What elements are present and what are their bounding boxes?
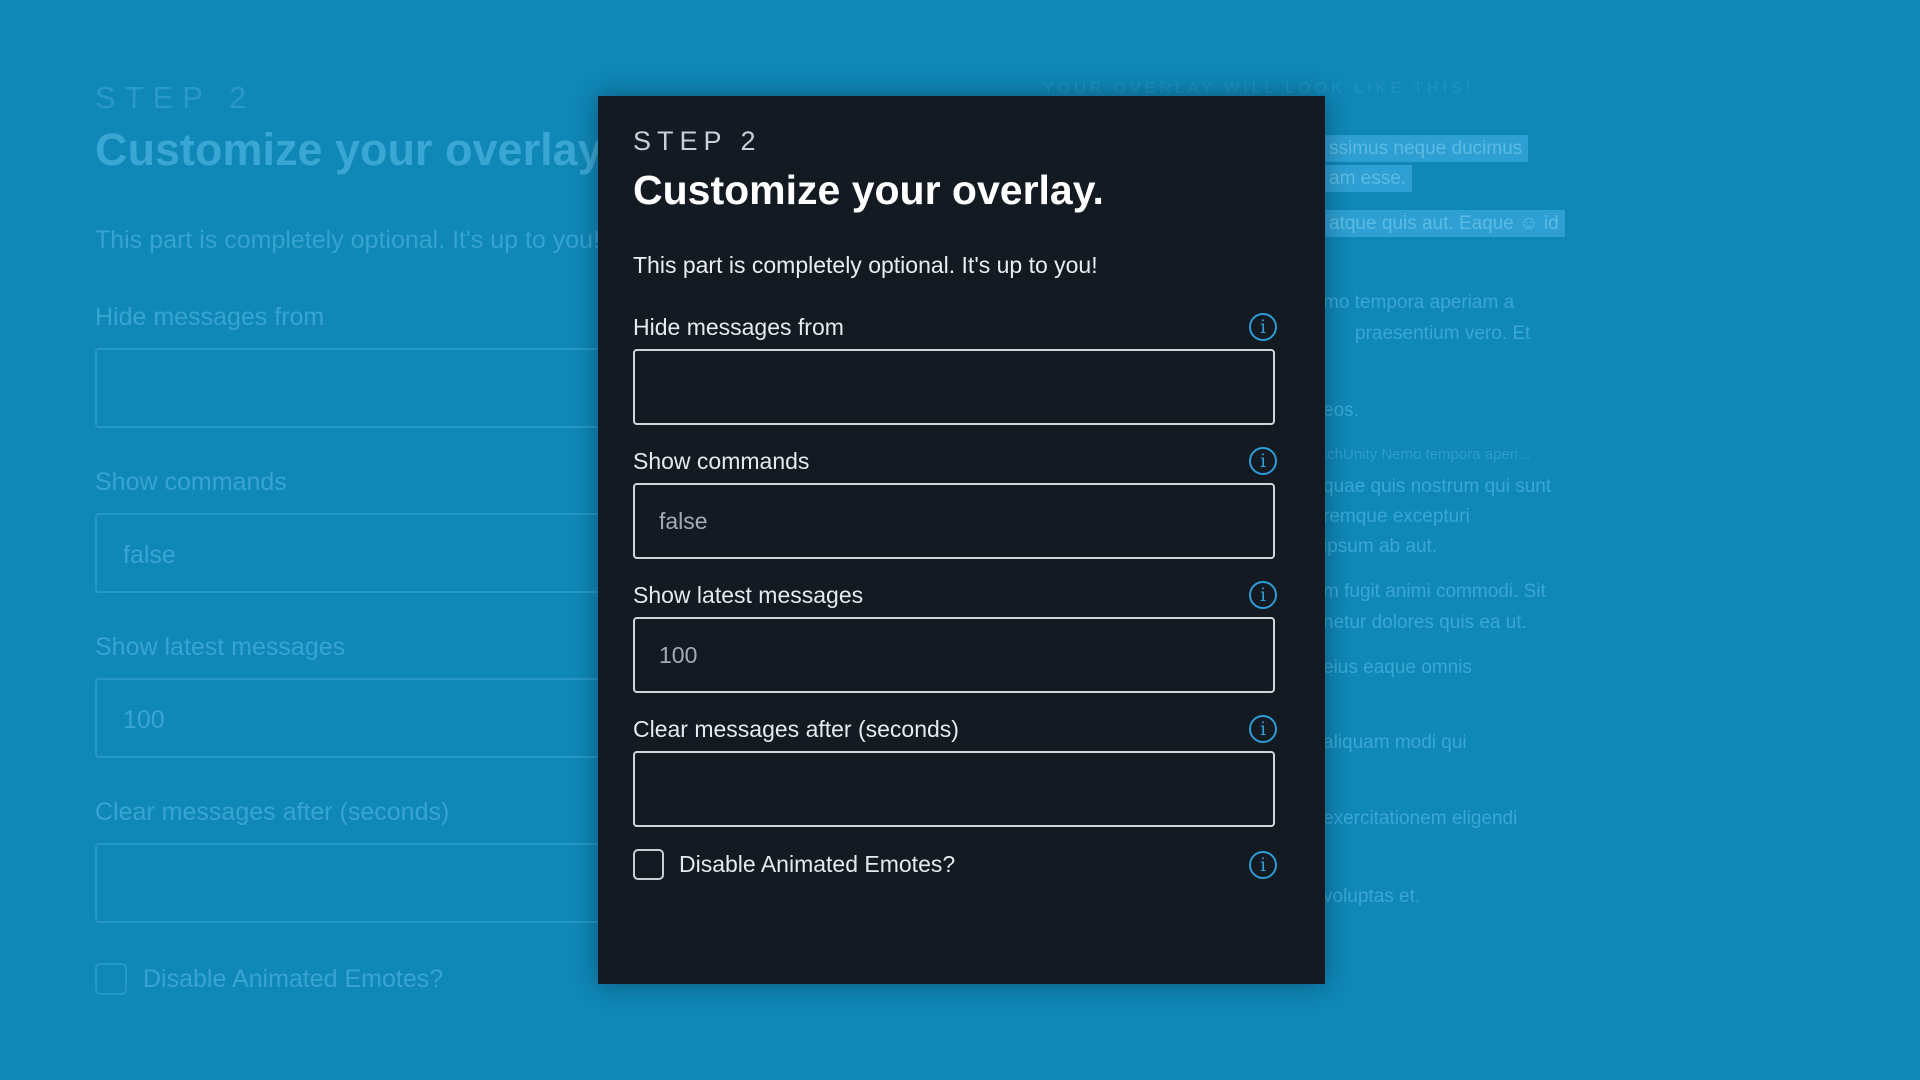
bg-field-label: Hide messages from bbox=[95, 303, 325, 331]
show-latest-messages-field: Show latest messages i bbox=[633, 581, 1277, 693]
clear-messages-label: Clear messages after (seconds) bbox=[633, 715, 959, 742]
bg-preview-line: netur dolores quis ea ut. bbox=[1323, 612, 1527, 633]
hide-messages-input[interactable] bbox=[633, 349, 1275, 425]
disable-animated-emotes-checkbox[interactable] bbox=[633, 849, 664, 880]
bg-step-label: STEP 2 bbox=[95, 80, 256, 115]
bg-preview-line: aliquam modi qui bbox=[1323, 732, 1467, 753]
background-form: STEP 2 Customize your overlay. This part… bbox=[95, 80, 615, 995]
bg-intro-text: This part is completely optional. It's u… bbox=[95, 226, 601, 254]
bg-preview-line: exercitationem eligendi bbox=[1323, 808, 1518, 829]
bg-field-label: Show commands bbox=[95, 468, 287, 496]
show-latest-messages-label: Show latest messages bbox=[633, 581, 864, 608]
bg-field-label: Clear messages after (seconds) bbox=[95, 798, 450, 826]
bg-preview-line: remque excepturi bbox=[1323, 506, 1470, 527]
bg-preview-line: voluptas et. bbox=[1323, 886, 1421, 907]
info-circle-icon[interactable]: i bbox=[1249, 715, 1277, 743]
bg-preview-line: tchUnity Nemo tempora aperi... bbox=[1323, 446, 1531, 463]
step-label: STEP 2 bbox=[633, 126, 762, 156]
show-commands-field: Show commands i bbox=[633, 447, 1277, 559]
info-circle-icon[interactable]: i bbox=[1249, 850, 1277, 879]
clear-messages-input[interactable] bbox=[633, 751, 1275, 827]
disable-animated-emotes-row: Disable Animated Emotes? i bbox=[633, 849, 1277, 880]
bg-preview-line: praesentium vero. Et bbox=[1355, 323, 1531, 344]
bg-preview-line: ssimus neque ducimus bbox=[1323, 135, 1529, 162]
modal-title: Customize your overlay. bbox=[633, 167, 1104, 213]
bg-show-commands-input: false bbox=[95, 513, 615, 593]
customize-overlay-modal: STEP 2 Customize your overlay. This part… bbox=[598, 96, 1325, 984]
bg-preview-line: m fugit animi commodi. Sit bbox=[1323, 581, 1546, 602]
bg-preview-line: eius eaque omnis bbox=[1323, 657, 1472, 678]
show-commands-label: Show commands bbox=[633, 447, 810, 474]
bg-page-title: Customize your overlay. bbox=[95, 124, 612, 175]
show-latest-messages-input[interactable] bbox=[633, 617, 1275, 693]
show-commands-input[interactable] bbox=[633, 483, 1275, 559]
bg-preview-line: am esse. bbox=[1323, 165, 1413, 192]
info-circle-icon[interactable]: i bbox=[1249, 447, 1277, 475]
bg-clear-messages-input bbox=[95, 843, 615, 923]
bg-hide-messages-input bbox=[95, 348, 615, 428]
hide-messages-field: Hide messages from i bbox=[633, 313, 1277, 425]
bg-preview-line: eos. bbox=[1323, 400, 1359, 421]
disable-animated-emotes-label: Disable Animated Emotes? bbox=[679, 851, 956, 877]
bg-preview-line: quae quis nostrum qui sunt bbox=[1323, 476, 1552, 497]
bg-latest-messages-input: 100 bbox=[95, 678, 615, 758]
info-circle-icon[interactable]: i bbox=[1249, 581, 1277, 609]
bg-checkbox-label: Disable Animated Emotes? bbox=[143, 964, 444, 993]
clear-messages-field: Clear messages after (seconds) i bbox=[633, 715, 1277, 827]
bg-preview-line: atque quis aut. Eaque ☺ id bbox=[1323, 210, 1565, 237]
hide-messages-label: Hide messages from bbox=[633, 313, 844, 340]
bg-field-label: Show latest messages bbox=[95, 633, 346, 661]
intro-text: This part is completely optional. It's u… bbox=[633, 252, 1098, 278]
bg-checkbox bbox=[95, 963, 127, 995]
bg-checkbox-row: Disable Animated Emotes? bbox=[95, 963, 615, 995]
bg-preview-line: ipsum ab aut. bbox=[1323, 536, 1438, 557]
info-circle-icon[interactable]: i bbox=[1249, 313, 1277, 341]
bg-preview-line: mo tempora aperiam a bbox=[1323, 292, 1515, 313]
